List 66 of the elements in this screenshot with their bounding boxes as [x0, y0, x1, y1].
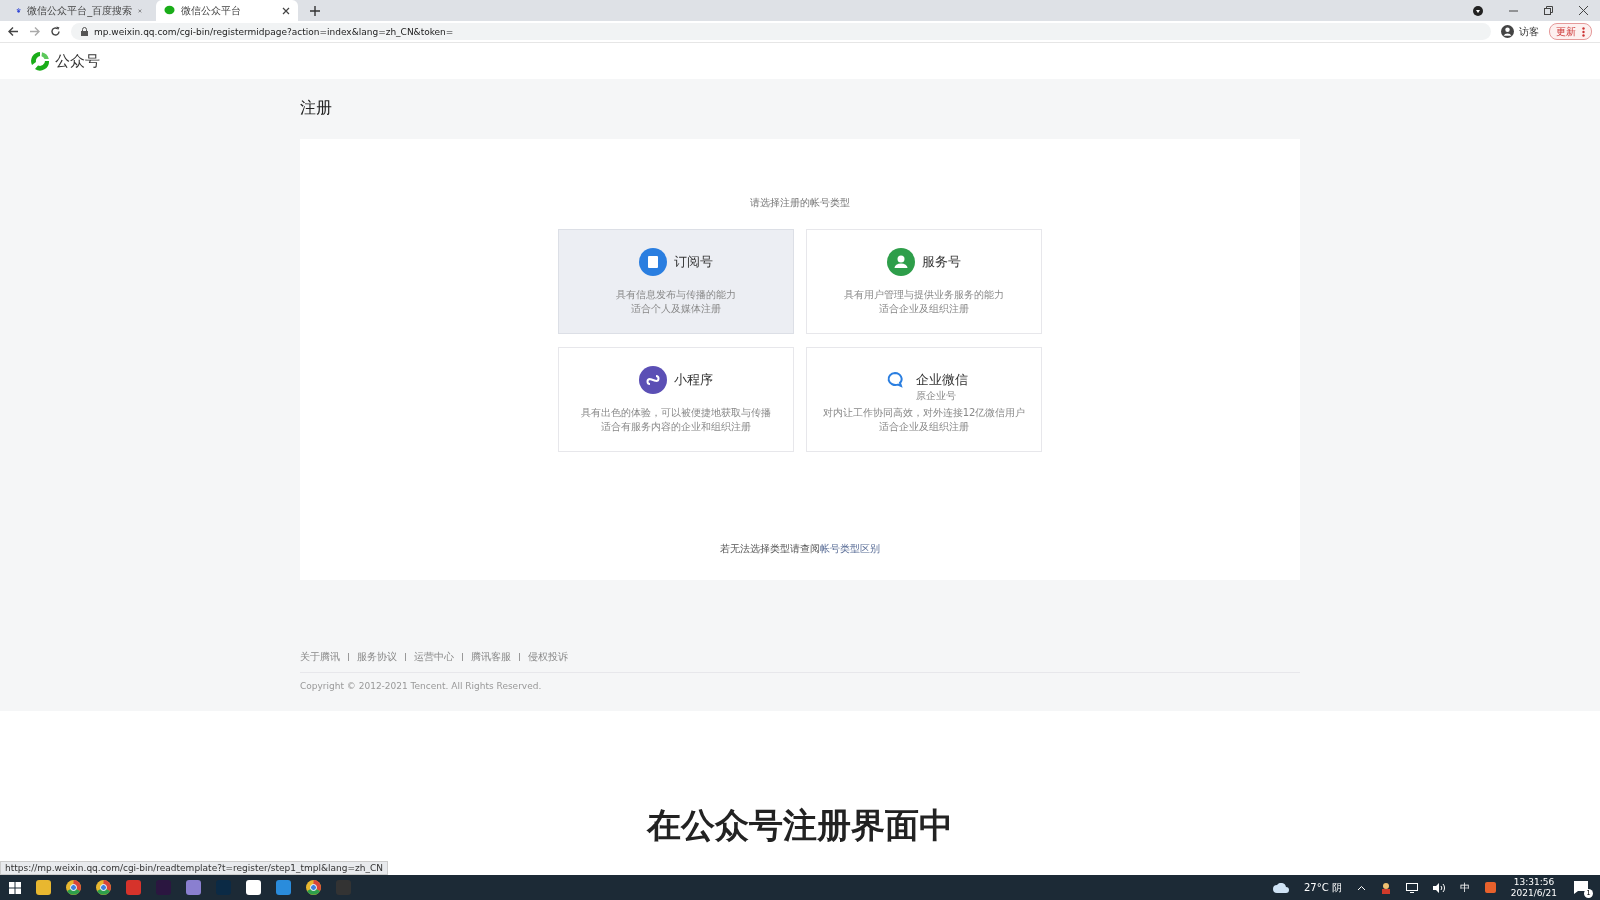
description-text: 具有出色的体验，可以被便捷地获取与传播	[581, 406, 771, 420]
update-button[interactable]: 更新	[1549, 23, 1592, 40]
input-method-text[interactable]: 中	[1459, 880, 1470, 895]
account-type-card[interactable]: 企业微信 原企业号 对内让工作协同高效，对外连接12亿微信用户 适合企业及组织注册	[806, 347, 1042, 452]
weather-text[interactable]: 27°C 阴	[1303, 880, 1342, 895]
account-type-subname: 原企业号	[915, 389, 956, 403]
tab-title: 微信公众平台	[181, 3, 242, 18]
footer-link[interactable]: 侵权投诉	[528, 650, 568, 664]
account-type-card[interactable]: 小程序 具有出色的体验，可以被便捷地获取与传播 适合有服务内容的企业和组织注册	[558, 347, 794, 452]
status-url: https://mp.weixin.qq.com/cgi-bin/readtemplate?t=register/step1_tmpl&lang=zh_CN	[0, 861, 388, 875]
account-type-card[interactable]: 服务号 具有用户管理与提供业务服务的能力 适合企业及组织注册	[806, 229, 1042, 334]
help-link[interactable]: 帐号类型区别	[820, 543, 880, 554]
account-type-name: 企业微信	[915, 371, 968, 389]
page-title: 注册	[300, 98, 333, 119]
speaker-icon[interactable]	[1432, 882, 1445, 893]
close-icon[interactable]	[282, 6, 290, 15]
account-type-name: 服务号	[922, 253, 961, 271]
footer-link[interactable]: 关于腾讯	[300, 650, 340, 664]
document-icon	[639, 248, 667, 276]
reload-icon[interactable]	[50, 26, 61, 37]
browser-icon[interactable]	[96, 880, 111, 895]
account-type-card[interactable]: 订阅号 具有信息发布与传播的能力 适合个人及媒体注册	[558, 229, 794, 334]
clock-date[interactable]: 2021/6/21	[1510, 887, 1557, 899]
browser-tab[interactable]: 微信公众平台_百度搜索	[8, 0, 150, 21]
lock-icon	[81, 27, 88, 36]
account-type-name: 订阅号	[674, 253, 713, 271]
more-icon	[1582, 26, 1585, 37]
video-caption: 在公众号注册界面中	[645, 804, 954, 847]
footer-link[interactable]: 服务协议	[357, 650, 397, 664]
logo-icon	[29, 50, 51, 72]
cloud-icon	[1272, 882, 1289, 893]
browser-icon[interactable]	[306, 880, 321, 895]
footer-link[interactable]: 腾讯客服	[471, 650, 511, 664]
chevron-up-icon[interactable]	[1356, 884, 1366, 891]
user-icon	[1501, 25, 1514, 38]
tray-app-icon[interactable]	[1380, 881, 1391, 894]
chat-icon	[164, 5, 175, 16]
prompt-text: 请选择注册的帐号类型	[750, 196, 850, 210]
logo-text: 公众号	[55, 51, 100, 71]
windows-start-icon[interactable]	[9, 881, 21, 894]
profile-button[interactable]: 访客	[1501, 24, 1539, 39]
description-text: 对内让工作协同高效，对外连接12亿微信用户	[822, 406, 1026, 420]
tray-app-icon[interactable]	[1484, 882, 1496, 893]
copyright-text: Copyright © 2012-2021 Tencent. All Rights Reserved.	[300, 681, 543, 691]
description-text: 适合企业及组织注册	[879, 420, 969, 434]
account-type-name: 小程序	[674, 371, 713, 389]
paw-icon	[16, 5, 22, 16]
browser-tab[interactable]: 微信公众平台	[156, 0, 298, 21]
description-text: 具有用户管理与提供业务服务的能力	[844, 288, 1004, 302]
back-icon[interactable]	[8, 26, 19, 37]
person-icon	[887, 248, 915, 276]
new-tab-icon[interactable]	[310, 5, 320, 16]
notification-icon	[1574, 881, 1588, 894]
close-icon[interactable]	[1579, 6, 1588, 15]
footer-link[interactable]: 运营中心	[414, 650, 454, 664]
description-text: 适合有服务内容的企业和组织注册	[601, 420, 751, 434]
description-text: 适合企业及组织注册	[879, 302, 969, 316]
browser-icon[interactable]	[66, 880, 81, 895]
help-text: 若无法选择类型请查阅	[720, 543, 820, 554]
description-text: 具有信息发布与传播的能力	[616, 288, 736, 302]
shield-icon[interactable]	[1473, 5, 1483, 16]
tab-title: 微信公众平台_百度搜索	[27, 3, 133, 18]
description-text: 适合个人及媒体注册	[631, 302, 721, 316]
address-field[interactable]: mp.weixin.qq.com/cgi-bin/registermidpage?action=index&lang=zh_CN&token=	[71, 23, 1491, 40]
clock-time[interactable]: 13:31:56	[1513, 876, 1555, 888]
restore-icon[interactable]	[1544, 6, 1553, 15]
